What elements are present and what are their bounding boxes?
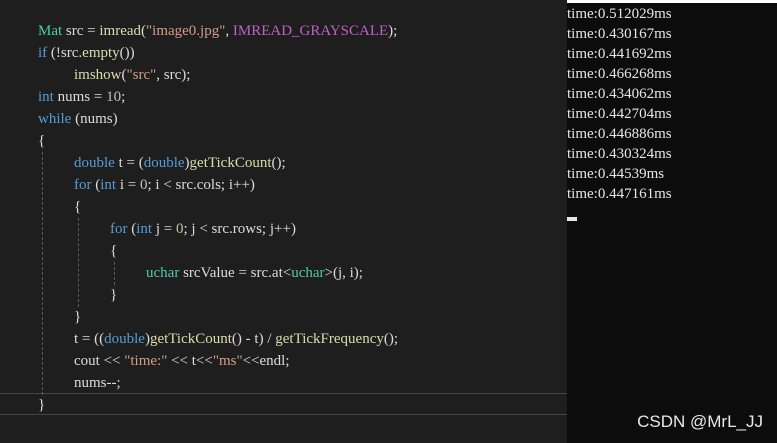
console-line: time:0.430167ms (567, 26, 672, 42)
code-token: ( (127, 221, 137, 237)
code-line: Mat src = imread("image0.jpg", IMREAD_GR… (38, 20, 397, 42)
code-token: getTickCount (189, 155, 272, 171)
code-token: if (38, 45, 48, 61)
code-token: imread (99, 23, 142, 39)
code-token: 10 (106, 89, 122, 105)
code-token: getTickCount (149, 331, 232, 347)
code-line: for (int i = 0; i < src.cols; i++) (74, 174, 255, 196)
code-token: empty (82, 45, 120, 61)
code-token: ; (121, 89, 126, 105)
code-token: } (74, 309, 82, 325)
code-token: "image0.jpg" (146, 23, 226, 39)
code-token: double (104, 331, 145, 347)
code-token: t = ( (114, 155, 144, 171)
indent-guide (78, 218, 79, 307)
code-token: j = (152, 221, 176, 237)
code-token: ()) (119, 45, 135, 61)
code-token: >(j, i); (324, 265, 363, 281)
code-line: } (74, 306, 81, 328)
code-line: { (38, 130, 45, 152)
code-token: () - t) / (231, 331, 276, 347)
code-token: "time:" (124, 353, 168, 369)
code-token: ; i < src.cols; i++) (147, 177, 255, 193)
code-token: double (74, 155, 115, 171)
code-line: if (!src.empty()) (38, 42, 135, 64)
code-token: Mat (38, 23, 63, 39)
code-token: (); (383, 331, 399, 347)
code-line: } (38, 394, 45, 416)
code-token: t = (( (74, 331, 105, 347)
code-line: t = ((double)getTickCount() - t) / getTi… (74, 328, 398, 350)
console-cursor (567, 217, 577, 221)
code-token: nums = (53, 89, 107, 105)
code-line: int nums = 10; (38, 86, 125, 108)
console-line: time:0.446886ms (567, 126, 672, 142)
watermark: CSDN @MrL_JJ (637, 412, 763, 431)
code-token: i = (116, 177, 140, 193)
code-token: "src" (126, 67, 157, 83)
code-token: { (38, 133, 46, 149)
code-line: uchar srcValue = src.at<uchar>(j, i); (146, 262, 363, 284)
code-line: imshow("src", src); (74, 64, 190, 86)
code-line: double t = (double)getTickCount(); (74, 152, 286, 174)
code-token: uchar (291, 265, 325, 281)
code-token: { (74, 199, 82, 215)
code-token: (); (271, 155, 286, 171)
code-token: "ms" (212, 353, 243, 369)
code-line: { (74, 196, 81, 218)
code-token: } (38, 397, 46, 413)
console-line: time:0.434062ms (567, 86, 672, 102)
code-line: cout << "time:" << t<<"ms"<<endl; (74, 350, 290, 372)
console-line: time:0.430324ms (567, 146, 672, 162)
current-line-highlight (0, 393, 567, 415)
code-line: nums--; (74, 372, 121, 394)
code-token: uchar (146, 265, 180, 281)
code-token: ); (388, 23, 398, 39)
code-token: <<endl; (242, 353, 290, 369)
code-token: for (74, 177, 92, 193)
code-line: } (110, 284, 117, 306)
code-token: IMREAD_GRAYSCALE (232, 23, 389, 39)
console-line: time:0.44539ms (567, 166, 665, 182)
console-line: time:0.442704ms (567, 106, 672, 122)
code-line: for (int j = 0; j < src.rows; j++) (110, 218, 296, 240)
console-line: time:0.512029ms (567, 6, 672, 22)
indent-guide (42, 152, 43, 395)
code-token: ( (91, 177, 101, 193)
code-token: << t<< (167, 353, 213, 369)
code-token: int (38, 89, 54, 105)
code-token: ; j < src.rows; j++) (183, 221, 296, 237)
code-token: while (38, 111, 72, 127)
code-token: int (100, 177, 117, 193)
code-token: double (143, 155, 185, 171)
code-token: } (110, 287, 118, 303)
code-token: src = (62, 23, 100, 39)
code-token: cout << (74, 353, 125, 369)
console-line: time:0.441692ms (567, 46, 672, 62)
code-token: (!src. (47, 45, 83, 61)
code-token: nums--; (74, 375, 121, 391)
code-token: srcValue = src.at< (179, 265, 292, 281)
code-token: int (136, 221, 153, 237)
code-token: for (110, 221, 128, 237)
code-editor[interactable]: Mat src = imread ( "image0.jpg", IMREAD_GR… (0, 0, 567, 443)
code-token: , src); (156, 67, 191, 83)
code-token: (nums) (71, 111, 118, 127)
code-token: { (110, 243, 118, 259)
console-line: time:0.447161ms (567, 186, 672, 202)
code-line: { (110, 240, 117, 262)
console-top-border (567, 0, 777, 3)
code-token: imshow (74, 67, 122, 83)
indent-guide (114, 262, 115, 285)
code-line: while (nums) (38, 108, 118, 130)
code-token: getTickFrequency (275, 331, 384, 347)
console-line: time:0.466268ms (567, 66, 672, 82)
console-window[interactable]: time:0.512029ms time:0.430167ms time:0.441… (567, 0, 777, 443)
code-token: , (225, 23, 233, 39)
